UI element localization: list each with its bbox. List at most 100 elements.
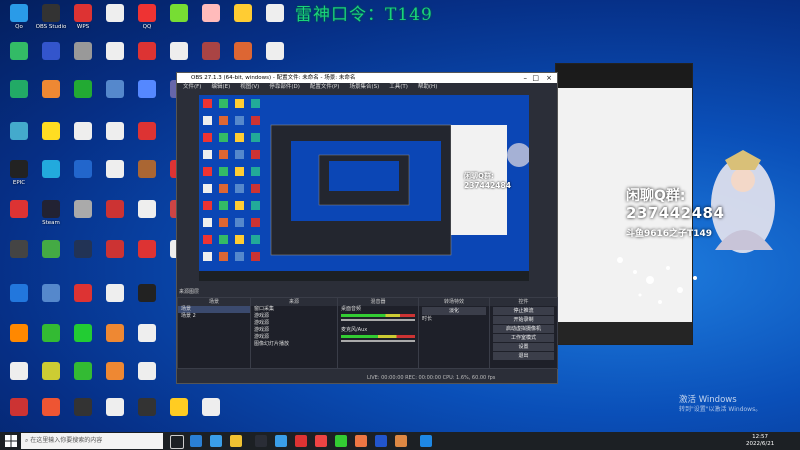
sources-dock[interactable]: 来源 窗口采集 游戏源 游戏源 游戏源 游戏源 图像幻灯片播放	[250, 297, 338, 369]
desktop-icon[interactable]	[66, 240, 100, 278]
windows-start-icon[interactable]	[4, 434, 18, 448]
taskbar-app-icon[interactable]	[295, 435, 307, 447]
source-item[interactable]: 游戏源	[251, 334, 337, 341]
desktop-icon[interactable]	[98, 398, 132, 436]
desktop-icon[interactable]	[130, 122, 164, 160]
taskbar-clock[interactable]: 12:57 2022/6/21	[746, 434, 774, 447]
desktop-icon[interactable]: EPIC	[2, 160, 36, 198]
maximize-icon[interactable]: □	[532, 73, 539, 83]
desktop-icon[interactable]: QQ	[130, 4, 164, 42]
obs-window[interactable]: OBS 27.1.3 (64-bit, windows) - 配置文件: 未命名…	[176, 72, 558, 384]
task-view-icon[interactable]	[170, 435, 184, 449]
desktop-icon[interactable]	[2, 240, 36, 278]
taskbar-app-icon[interactable]	[275, 435, 287, 447]
menu-item[interactable]: 配置文件(P)	[310, 84, 340, 90]
desktop-icon[interactable]	[34, 122, 68, 160]
taskbar-app-icon[interactable]	[375, 435, 387, 447]
desktop-icon[interactable]	[2, 398, 36, 436]
desktop-icon[interactable]	[194, 4, 228, 42]
volume-slider[interactable]	[341, 340, 415, 342]
virtual-camera-button[interactable]: 启动虚拟摄像机	[493, 325, 554, 333]
desktop-icon[interactable]	[162, 4, 196, 42]
close-icon[interactable]: ×	[546, 73, 552, 83]
desktop-icon[interactable]	[130, 240, 164, 278]
menu-item[interactable]: 视图(V)	[240, 84, 259, 90]
desktop-icon[interactable]	[34, 42, 68, 80]
file-explorer-icon[interactable]	[230, 435, 242, 447]
desktop-icon[interactable]	[66, 200, 100, 238]
desktop-icon[interactable]	[130, 398, 164, 436]
desktop-icon[interactable]	[34, 284, 68, 322]
desktop-icon[interactable]	[34, 80, 68, 118]
controls-dock[interactable]: 控件 停止推流 开始录制 启动虚拟摄像机 工作室模式 设置 退出	[489, 297, 558, 369]
desktop-icon[interactable]	[258, 4, 292, 42]
desktop-icon[interactable]	[66, 324, 100, 362]
exit-button[interactable]: 退出	[493, 352, 554, 360]
desktop-icon[interactable]	[98, 42, 132, 80]
desktop-icon[interactable]	[66, 42, 100, 80]
desktop-icon[interactable]	[66, 80, 100, 118]
desktop-icon[interactable]	[34, 362, 68, 400]
transitions-dock[interactable]: 转场特效 淡化 时长	[418, 297, 490, 369]
desktop-icon[interactable]: WPS	[66, 4, 100, 42]
taskbar-search-box[interactable]: ⌕ 在这里输入你要搜索的内容	[21, 433, 163, 449]
desktop-icon[interactable]	[66, 284, 100, 322]
start-recording-button[interactable]: 开始录制	[493, 316, 554, 324]
desktop-icon[interactable]	[2, 80, 36, 118]
desktop-icon[interactable]	[34, 398, 68, 436]
desktop-icon[interactable]	[98, 284, 132, 322]
scenes-dock[interactable]: 场景 场景 场景 2	[177, 297, 251, 369]
desktop-icon[interactable]	[130, 200, 164, 238]
source-item[interactable]: 游戏源	[251, 327, 337, 334]
menu-item[interactable]: 帮助(H)	[418, 84, 437, 90]
source-item[interactable]: 游戏源	[251, 313, 337, 320]
scene-item[interactable]: 场景 2	[178, 313, 250, 320]
desktop-icon[interactable]	[98, 122, 132, 160]
volume-slider[interactable]	[341, 319, 415, 321]
desktop-icon[interactable]	[130, 80, 164, 118]
desktop-icon[interactable]	[34, 160, 68, 198]
taskbar-app-icon[interactable]	[315, 435, 327, 447]
desktop-icon[interactable]	[98, 324, 132, 362]
desktop-icon[interactable]	[66, 398, 100, 436]
desktop-icon[interactable]	[130, 42, 164, 80]
source-item[interactable]: 窗口采集	[251, 306, 337, 313]
desktop-icon[interactable]	[34, 240, 68, 278]
desktop-icon[interactable]	[98, 160, 132, 198]
desktop-icon[interactable]	[66, 122, 100, 160]
taskbar-app-icon[interactable]	[190, 435, 202, 447]
desktop-icon[interactable]	[130, 324, 164, 362]
background-window-toolbar[interactable]	[556, 64, 692, 88]
obs-title-bar[interactable]: OBS 27.1.3 (64-bit, windows) - 配置文件: 未命名…	[177, 73, 557, 83]
edge-icon[interactable]	[210, 435, 222, 447]
desktop-icon[interactable]	[98, 200, 132, 238]
taskbar-app-icon[interactable]	[420, 435, 432, 447]
desktop-icon[interactable]	[2, 122, 36, 160]
desktop-icon[interactable]	[2, 42, 36, 80]
desktop-icon[interactable]	[2, 200, 36, 238]
desktop-icon[interactable]	[98, 362, 132, 400]
desktop-icon[interactable]: Qo	[2, 4, 36, 42]
desktop-icon[interactable]	[194, 398, 228, 436]
desktop-icon[interactable]	[98, 4, 132, 42]
taskbar-app-icon[interactable]	[395, 435, 407, 447]
desktop-icon[interactable]	[162, 398, 196, 436]
transition-select[interactable]: 淡化	[422, 307, 486, 315]
menu-item[interactable]: 场景集合(S)	[349, 84, 379, 90]
studio-mode-button[interactable]: 工作室模式	[493, 334, 554, 342]
desktop-icon[interactable]	[98, 80, 132, 118]
settings-button[interactable]: 设置	[493, 343, 554, 351]
desktop-icon[interactable]	[130, 284, 164, 322]
desktop-icon[interactable]	[66, 160, 100, 198]
desktop-icon[interactable]	[226, 4, 260, 42]
taskbar-app-icon[interactable]	[335, 435, 347, 447]
desktop-icon[interactable]	[2, 362, 36, 400]
scene-item[interactable]: 场景	[178, 306, 250, 313]
obs-preview[interactable]: 闲聊Q群: 237442484	[199, 95, 529, 281]
menu-item[interactable]: 工具(T)	[389, 84, 408, 90]
source-item[interactable]: 图像幻灯片播放	[251, 341, 337, 348]
desktop-icon[interactable]	[130, 160, 164, 198]
menu-item[interactable]: 文件(F)	[183, 84, 201, 90]
desktop-icon[interactable]	[2, 284, 36, 322]
desktop-icon[interactable]	[66, 362, 100, 400]
